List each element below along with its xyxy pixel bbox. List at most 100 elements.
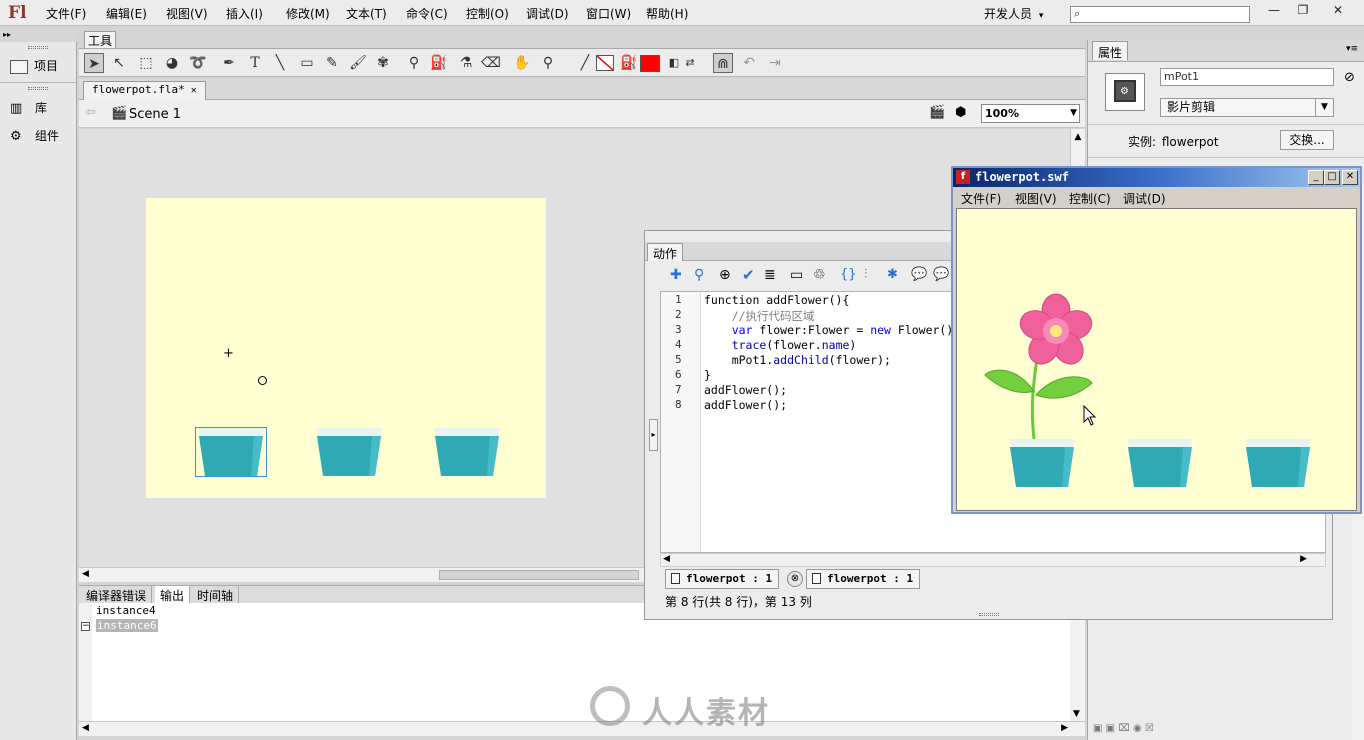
eyedropper-tool-icon[interactable]: ⚗ (456, 53, 476, 73)
eraser-tool-icon[interactable]: ⌫ (481, 53, 501, 73)
components-panel-button[interactable]: ⚙ 组件 (10, 127, 59, 144)
library-bottom-icons[interactable]: ▣ ▣ ⌧ ◉ ☒ (1093, 723, 1154, 734)
subselection-tool-icon[interactable]: ↖ (109, 53, 129, 73)
apply-line-comment-icon[interactable]: 💬 (933, 267, 949, 282)
help-icon[interactable]: ⊘ (1344, 70, 1355, 85)
panel-menu-icon[interactable]: ▾≡ (1346, 44, 1358, 54)
collapse-toolbox-icon[interactable]: ▸ (649, 419, 658, 451)
lasso-tool-icon[interactable]: ➰ (188, 53, 208, 73)
check-syntax-icon[interactable]: ✔ (742, 266, 755, 284)
swf-close-button[interactable]: ✕ (1342, 170, 1358, 185)
menu-edit[interactable]: 编辑(E) (106, 5, 147, 22)
project-panel-button[interactable]: 项目 (10, 57, 58, 74)
swf-menu-view[interactable]: 视图(V) (1015, 190, 1057, 207)
library-panel-button[interactable]: ▥ 库 (10, 99, 47, 116)
code-horizontal-scrollbar[interactable]: ◀ ▶ (660, 553, 1326, 567)
flowerpot-mpot1[interactable] (196, 426, 266, 478)
scroll-right-icon[interactable]: ▶ (1061, 723, 1068, 733)
output-horizontal-scrollbar[interactable]: ◀ ▶ (79, 721, 1085, 736)
paint-bucket-tool-icon[interactable]: ⛽ (429, 53, 449, 73)
swf-menu-control[interactable]: 控制(C) (1069, 190, 1111, 207)
swap-button[interactable]: 交换... (1280, 130, 1334, 150)
output-vertical-scrollbar[interactable]: ▼ (1070, 603, 1085, 721)
menu-debug[interactable]: 调试(D) (526, 5, 569, 22)
line-tool-icon[interactable]: ╲ (270, 53, 290, 73)
actions-tab[interactable]: 动作 (647, 243, 684, 261)
snap-magnet-icon[interactable]: ⋒ (713, 53, 733, 73)
stroke-swatch[interactable] (596, 53, 616, 73)
collapse-between-braces-icon[interactable]: {} (840, 267, 857, 282)
swf-minimize-button[interactable]: _ (1308, 170, 1324, 185)
fill-color-icon[interactable]: ⛽ (619, 53, 639, 73)
flowerpot-mpot3[interactable] (432, 426, 502, 478)
swf-menu-file[interactable]: 文件(F) (961, 190, 1001, 207)
swf-maximize-button[interactable]: □ (1324, 170, 1340, 185)
workspace-switcher[interactable]: 开发人员 ▾ (984, 5, 1043, 22)
swf-menu-debug[interactable]: 调试(D) (1123, 190, 1166, 207)
panel-grip[interactable] (28, 46, 48, 49)
expand-all-icon[interactable]: ✱ (887, 267, 898, 282)
collapse-icon[interactable]: − (81, 622, 90, 631)
menu-control[interactable]: 控制(O) (466, 5, 509, 22)
scroll-left-icon[interactable]: ◀ (82, 569, 89, 579)
close-icon[interactable]: ✕ (191, 85, 197, 96)
pencil-tool-icon[interactable]: ✎ (322, 53, 342, 73)
stroke-color-icon[interactable]: ╱ (575, 53, 595, 73)
scroll-left-icon[interactable]: ◀ (663, 554, 670, 564)
add-statement-icon[interactable]: ✚ (670, 267, 682, 283)
apply-block-comment-icon[interactable]: 💬 (911, 267, 927, 282)
brush-tool-icon[interactable]: 🖌 (348, 53, 368, 73)
tab-compiler-errors[interactable]: 编译器错误 (81, 586, 153, 604)
insert-target-path-icon[interactable]: ⊕ (719, 267, 731, 283)
3d-rotation-tool-icon[interactable]: ◕ (162, 53, 182, 73)
tab-output[interactable]: 输出 (155, 586, 191, 604)
back-arrow-icon[interactable]: ⇦ (85, 105, 96, 120)
panel-collapse-icon[interactable]: ▸▸ (0, 30, 77, 42)
rectangle-tool-icon[interactable]: ▭ (297, 53, 317, 73)
minimize-button[interactable]: — (1263, 3, 1285, 21)
edit-scene-icon[interactable]: 🎬 (929, 105, 945, 120)
edit-symbols-icon[interactable]: ⬢ (955, 105, 966, 120)
scroll-thumb[interactable] (439, 570, 639, 580)
bone-tool-icon[interactable]: ⚲ (404, 53, 424, 73)
swap-colors-icon[interactable]: ⇄ (680, 53, 700, 73)
restore-button[interactable]: ❐ (1292, 3, 1314, 21)
text-tool-icon[interactable]: T (245, 53, 265, 73)
fill-swatch[interactable] (640, 53, 660, 73)
swf-stage[interactable] (956, 208, 1357, 511)
menu-modify[interactable]: 修改(M) (286, 5, 330, 22)
scroll-right-icon[interactable]: ▶ (1300, 554, 1307, 564)
document-tab[interactable]: flowerpot.fla* ✕ (83, 81, 206, 100)
straighten-icon[interactable]: ⇥ (765, 53, 785, 73)
code-hint-icon[interactable]: ▭ (790, 267, 803, 283)
zoom-tool-icon[interactable]: ⚲ (538, 53, 558, 73)
menu-window[interactable]: 窗口(W) (586, 5, 631, 22)
scroll-left-icon[interactable]: ◀ (82, 723, 89, 733)
help-search-input[interactable]: ⌕ (1070, 6, 1250, 23)
menu-text[interactable]: 文本(T) (346, 5, 387, 22)
properties-tab[interactable]: 属性 (1092, 41, 1129, 60)
menu-file[interactable]: 文件(F) (46, 5, 86, 22)
swf-title-bar[interactable]: flowerpot.swf (953, 168, 1360, 187)
script-tab[interactable]: flowerpot : 1 (665, 569, 780, 589)
menu-view[interactable]: 视图(V) (166, 5, 208, 22)
pen-tool-icon[interactable]: ✒ (219, 53, 239, 73)
free-transform-tool-icon[interactable]: ⬚ (136, 53, 156, 73)
scroll-up-icon[interactable]: ▲ (1071, 129, 1085, 142)
smooth-icon[interactable]: ↶ (739, 53, 759, 73)
symbol-type-select[interactable]: 影片剪辑 ▼ (1160, 98, 1334, 117)
pin-script-icon[interactable]: ⊗ (787, 571, 803, 587)
flowerpot-mpot2[interactable] (314, 426, 384, 478)
auto-format-icon[interactable]: ≣ (764, 267, 776, 283)
selection-tool-icon[interactable]: ➤ (84, 53, 104, 73)
panel-grip[interactable] (28, 87, 48, 90)
resize-grip[interactable] (979, 613, 999, 616)
script-tab-pinned[interactable]: flowerpot : 1 (806, 569, 921, 589)
scene-label[interactable]: Scene 1 (129, 107, 181, 122)
menu-commands[interactable]: 命令(C) (406, 5, 448, 22)
tools-panel-tab[interactable]: 工具 (84, 31, 116, 48)
hand-tool-icon[interactable]: ✋ (512, 53, 532, 73)
collapse-selection-icon[interactable]: ⫶ (864, 267, 867, 282)
debug-options-icon[interactable]: ♲ (813, 267, 826, 283)
menu-help[interactable]: 帮助(H) (646, 5, 688, 22)
